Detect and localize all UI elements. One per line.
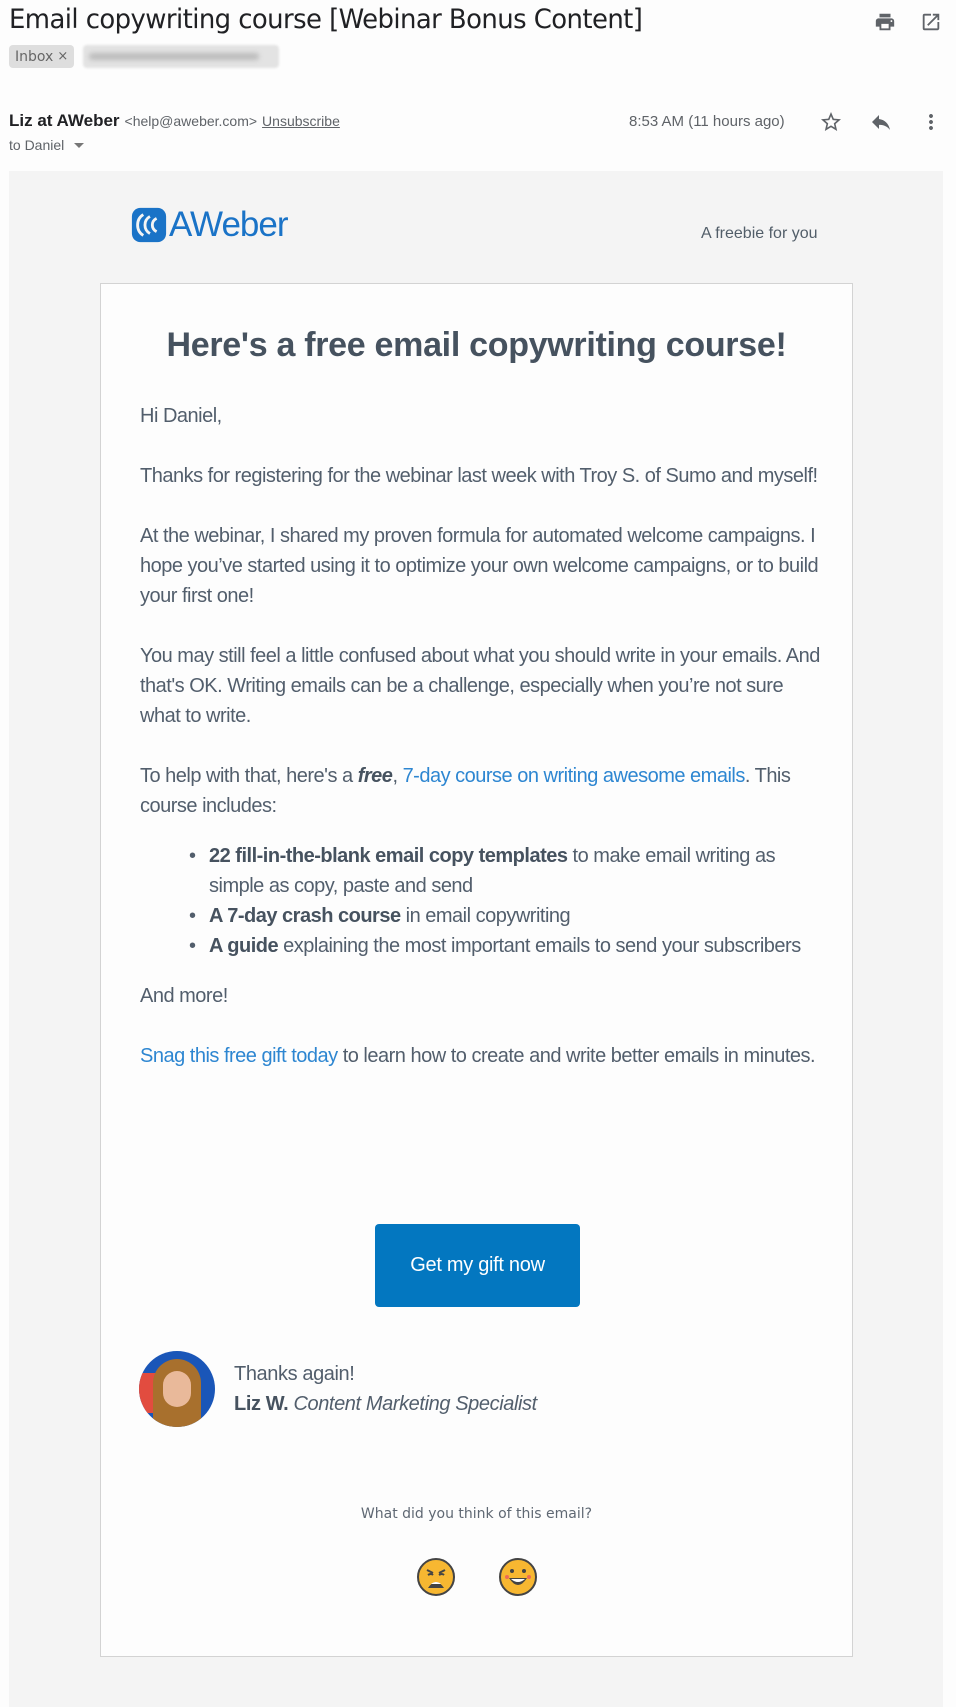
tagline: A freebie for you xyxy=(701,225,818,242)
paragraph: At the webinar, I shared my proven formu… xyxy=(140,525,819,607)
chevron-down-icon xyxy=(74,142,85,148)
headline: Here's a free email copywriting course! xyxy=(166,326,787,364)
open-in-new-window-icon xyxy=(922,13,940,31)
closing-paragraph: Snag this free gift today to learn how t… xyxy=(140,1041,820,1071)
open-in-new-window-button[interactable] xyxy=(920,11,942,33)
reply-button[interactable] xyxy=(869,110,893,134)
email-subject: Email copywriting course [Webinar Bonus … xyxy=(9,4,643,35)
offer-text: To help with that, here's a xyxy=(140,765,358,787)
label-chip-redacted[interactable] xyxy=(83,45,280,68)
signature-text: Thanks again! Liz W. Content Marketing S… xyxy=(234,1359,537,1419)
recipient-text: to Daniel xyxy=(9,137,65,153)
offer-paragraph: To help with that, here's a free, 7-day … xyxy=(140,761,820,821)
aweber-logo-mark-icon xyxy=(131,207,167,243)
cta-container: Get my gift now xyxy=(375,1224,580,1307)
email-content-card: Here's a free email copywriting course! … xyxy=(100,283,853,1657)
feedback-options xyxy=(101,1557,852,1597)
star-icon xyxy=(821,112,841,131)
offer-text: , xyxy=(392,765,403,787)
more-options-button[interactable] xyxy=(919,110,943,134)
remove-label-icon[interactable]: × xyxy=(57,49,68,64)
sender-line: Liz at AWeber <help@aweber.com> Unsubscr… xyxy=(9,111,340,131)
label-list: Inbox × xyxy=(9,45,280,68)
bullet-text: explaining the most important emails to … xyxy=(278,935,801,957)
feedback-question: What did you think of this email? xyxy=(360,1506,593,1522)
label-text: Inbox xyxy=(15,48,54,65)
signature-name: Liz W. xyxy=(234,1393,289,1415)
aweber-logo[interactable]: AWeber xyxy=(130,205,288,245)
bullet-bold: A 7-day crash course xyxy=(209,905,401,927)
bullet-bold: A guide xyxy=(209,935,279,957)
list-item: A guide explaining the most important em… xyxy=(189,931,820,961)
bullet-text: in email copywriting xyxy=(400,905,571,927)
like-emoji-icon[interactable] xyxy=(498,1557,538,1597)
signature: Thanks again! Liz W. Content Marketing S… xyxy=(139,1351,537,1427)
snag-gift-link[interactable]: Snag this free gift today xyxy=(140,1045,338,1067)
signature-thanks: Thanks again! xyxy=(234,1363,355,1385)
list-item: A 7-day crash course in email copywritin… xyxy=(189,901,820,931)
star-button[interactable] xyxy=(819,110,843,134)
email-copy: Hi Daniel, Thanks for registering for th… xyxy=(140,401,820,1101)
greeting: Hi Daniel, xyxy=(140,405,222,427)
sender-name[interactable]: Liz at AWeber xyxy=(9,111,120,131)
closing-text: to learn how to create and write better … xyxy=(337,1045,816,1067)
bullet-bold: 22 fill-in-the-blank email copy template… xyxy=(209,845,568,867)
paragraph: You may still feel a little confused abo… xyxy=(140,645,820,727)
print-icon xyxy=(875,13,895,31)
paragraph: Thanks for registering for the webinar l… xyxy=(140,465,818,487)
signature-role: Content Marketing Specialist xyxy=(293,1393,537,1415)
redacted-label-text xyxy=(89,53,260,60)
label-chip-inbox[interactable]: Inbox × xyxy=(9,45,75,68)
dislike-emoji-icon[interactable] xyxy=(416,1557,456,1597)
course-includes-list: 22 fill-in-the-blank email copy template… xyxy=(189,841,820,961)
timestamp: 8:53 AM (11 hours ago) xyxy=(629,113,785,130)
unsubscribe-link[interactable]: Unsubscribe xyxy=(262,113,340,129)
print-button[interactable] xyxy=(874,11,896,33)
course-link[interactable]: 7-day course on writing awesome emails xyxy=(403,765,746,787)
and-more: And more! xyxy=(140,985,228,1007)
brand-name: AWeber xyxy=(169,205,288,244)
sender-email: <help@aweber.com> xyxy=(124,113,258,129)
free-emphasis: free xyxy=(357,765,393,787)
reply-icon xyxy=(872,115,890,130)
list-item: 22 fill-in-the-blank email copy template… xyxy=(189,841,820,901)
get-gift-button[interactable]: Get my gift now xyxy=(375,1224,580,1307)
avatar xyxy=(139,1351,215,1427)
more-vertical-icon xyxy=(929,114,933,130)
recipient-details-toggle[interactable]: to Daniel xyxy=(9,137,85,153)
